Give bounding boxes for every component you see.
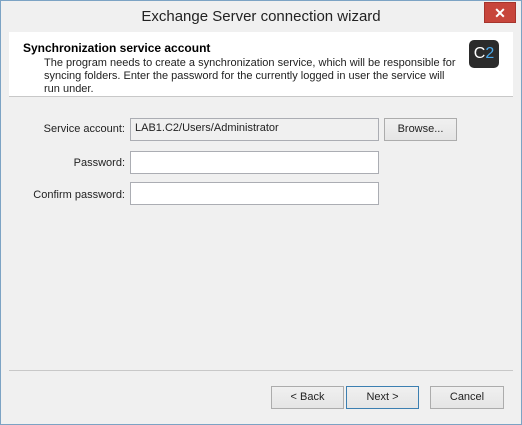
- header-title: Synchronization service account: [23, 41, 211, 55]
- password-label: Password:: [73, 157, 125, 169]
- wizard-header: Synchronization service account The prog…: [9, 32, 513, 97]
- next-button[interactable]: Next >: [346, 386, 419, 409]
- logo-digit: 2: [485, 45, 495, 62]
- header-description: The program needs to create a synchroniz…: [44, 57, 456, 95]
- confirm-password-label: Confirm password:: [33, 189, 125, 201]
- confirm-password-field[interactable]: [130, 182, 379, 205]
- cancel-button[interactable]: Cancel: [430, 386, 504, 409]
- title-bar: Exchange Server connection wizard ✕: [1, 1, 521, 32]
- close-icon: ✕: [494, 5, 506, 21]
- close-button[interactable]: ✕: [484, 2, 516, 23]
- footer-divider: [9, 370, 513, 371]
- c2-logo-icon: C2: [469, 40, 499, 68]
- window-title: Exchange Server connection wizard: [141, 8, 381, 25]
- browse-button[interactable]: Browse...: [384, 118, 457, 141]
- service-account-field: LAB1.C2/Users/Administrator: [130, 118, 379, 141]
- back-button[interactable]: < Back: [271, 386, 344, 409]
- logo-letter: C: [473, 45, 486, 62]
- wizard-window: Exchange Server connection wizard ✕ Sync…: [0, 0, 522, 425]
- password-field[interactable]: [130, 151, 379, 174]
- wizard-content: Synchronization service account The prog…: [9, 32, 513, 416]
- service-account-label: Service account:: [43, 123, 125, 135]
